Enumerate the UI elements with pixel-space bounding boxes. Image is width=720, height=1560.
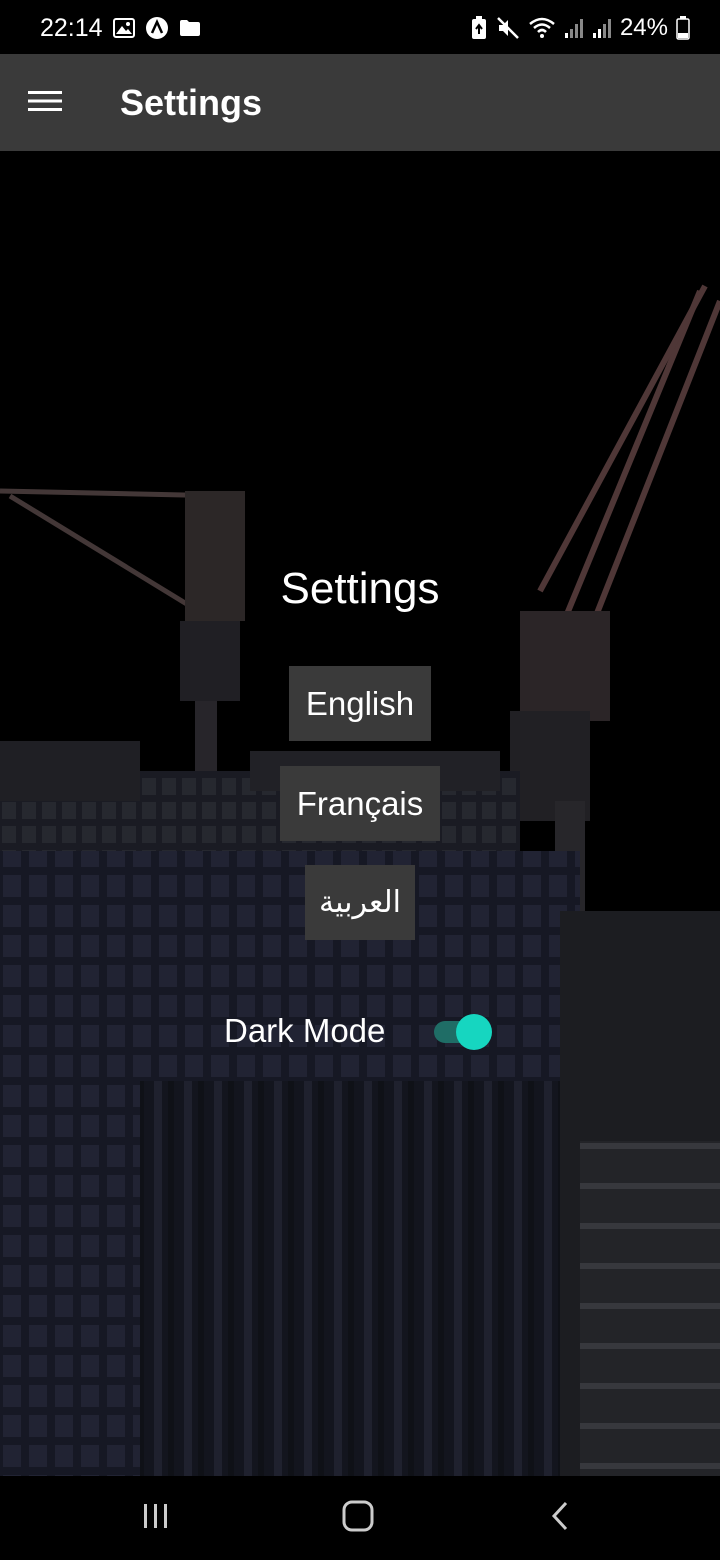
recents-icon — [141, 1502, 171, 1535]
status-bar: 22:14 24% — [0, 0, 720, 54]
battery-saver-icon — [470, 16, 488, 40]
app-a-icon — [145, 16, 169, 40]
language-arabic-button[interactable]: العربية — [305, 865, 415, 940]
home-button[interactable] — [336, 1498, 380, 1538]
dark-mode-row: Dark Mode — [224, 1009, 492, 1053]
settings-screen: Settings English Français العربية Dark M… — [0, 151, 720, 1476]
back-button[interactable] — [538, 1498, 582, 1538]
settings-heading: Settings — [280, 564, 440, 613]
app-bar-title: Settings — [120, 82, 263, 123]
mute-icon — [496, 16, 520, 40]
navigation-bar — [0, 1476, 720, 1560]
app-bar: Settings — [0, 54, 720, 151]
gallery-icon — [112, 18, 135, 38]
dark-mode-toggle[interactable] — [434, 1013, 492, 1050]
status-time: 22:14 — [40, 13, 103, 42]
settings-content: Settings English Français العربية Dark M… — [0, 151, 720, 1476]
language-french-button[interactable]: Français — [280, 766, 440, 841]
toggle-thumb — [456, 1014, 492, 1050]
folder-icon — [179, 19, 201, 37]
back-icon — [548, 1500, 572, 1537]
hamburger-menu-icon — [28, 89, 62, 118]
status-right: 24% — [470, 12, 690, 44]
status-left: 22:14 — [40, 12, 201, 44]
language-english-button[interactable]: English — [289, 666, 431, 741]
battery-percent: 24% — [619, 14, 668, 41]
battery-icon — [676, 16, 690, 40]
home-icon — [341, 1499, 375, 1538]
wifi-icon — [528, 16, 556, 40]
recents-button[interactable] — [134, 1498, 178, 1538]
signal-icon-2 — [592, 17, 612, 39]
dark-mode-label: Dark Mode — [224, 1012, 386, 1049]
menu-button[interactable] — [18, 78, 72, 128]
signal-icon — [564, 17, 584, 39]
